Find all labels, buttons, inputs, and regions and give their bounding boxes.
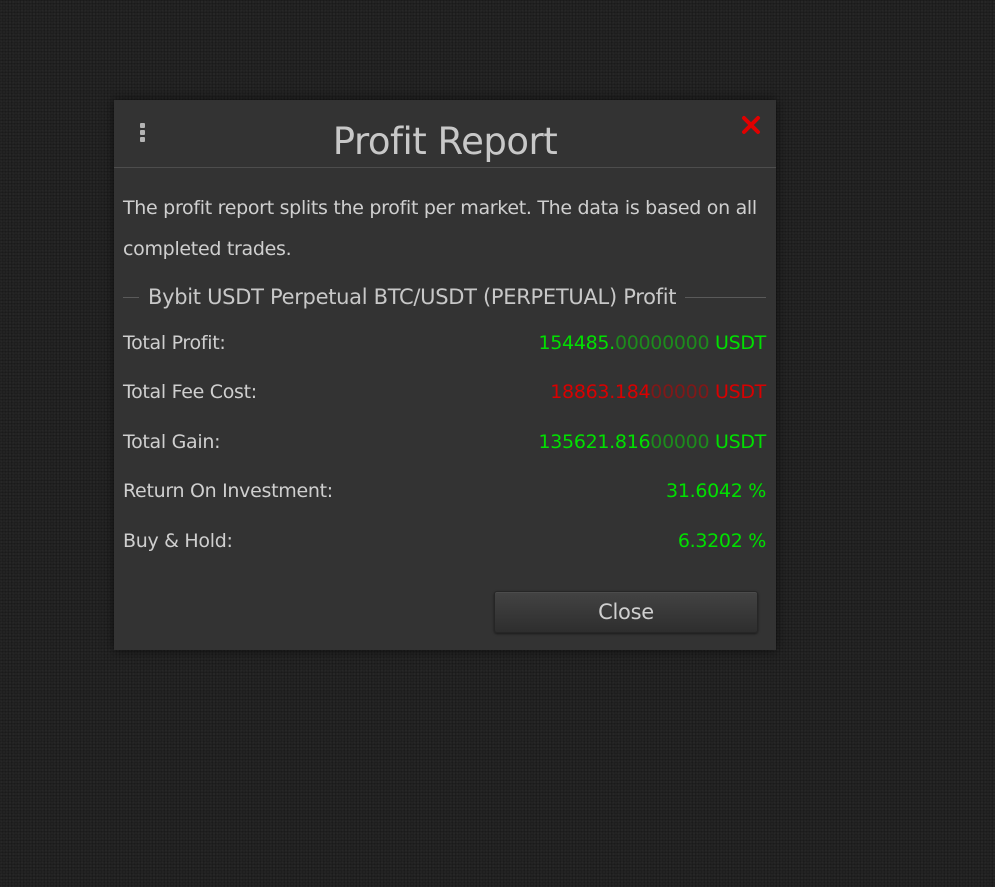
row-value: 18863.18400000 USDT — [550, 381, 766, 403]
row-label: Return On Investment: — [123, 480, 333, 503]
report-description: The profit report splits the profit per … — [123, 197, 757, 260]
close-button[interactable]: Close — [494, 591, 758, 633]
row-buy-and-hold: Buy & Hold: 6.3202 % — [123, 516, 766, 566]
row-label: Total Gain: — [123, 430, 221, 453]
profit-report-dialog: Profit Report The profit report splits t… — [114, 100, 776, 650]
dialog-title: Profit Report — [332, 120, 558, 163]
row-value: 154485.00000000 USDT — [538, 332, 766, 354]
dialog-body: The profit report splits the profit per … — [114, 188, 776, 566]
value-main: 18863.184 — [550, 381, 651, 404]
profit-rows: Total Profit: 154485.00000000 USDT Total… — [123, 318, 766, 566]
value-faded-digits: 00000000 — [614, 331, 710, 354]
row-value: 135621.81600000 USDT — [538, 431, 766, 453]
row-total-fee-cost: Total Fee Cost: 18863.18400000 USDT — [123, 368, 766, 418]
value-main: 135621.816 — [538, 430, 651, 453]
market-section-title: Bybit USDT Perpetual BTC/USDT (PERPETUAL… — [148, 285, 677, 309]
value-unit: USDT — [709, 381, 766, 404]
value-main: 154485. — [538, 331, 615, 354]
dialog-header: Profit Report — [114, 100, 776, 168]
row-label: Buy & Hold: — [123, 529, 233, 552]
row-value: 6.3202 % — [677, 529, 766, 552]
market-section-header: Bybit USDT Perpetual BTC/USDT (PERPETUAL… — [123, 282, 766, 312]
row-total-gain: Total Gain: 135621.81600000 USDT — [123, 417, 766, 467]
row-label: Total Fee Cost: — [123, 381, 257, 404]
row-value: 31.6042 % — [666, 480, 766, 503]
value-unit: USDT — [709, 430, 766, 453]
row-label: Total Profit: — [123, 331, 226, 354]
value-faded-digits: 00000 — [650, 381, 710, 404]
value-unit: USDT — [709, 331, 766, 354]
section-divider-right — [685, 296, 766, 298]
section-divider-left — [123, 296, 139, 298]
value-faded-digits: 00000 — [650, 430, 710, 453]
dialog-footer: Close — [494, 591, 758, 633]
close-x-icon[interactable] — [740, 114, 762, 136]
row-return-on-investment: Return On Investment: 31.6042 % — [123, 467, 766, 517]
row-total-profit: Total Profit: 154485.00000000 USDT — [123, 318, 766, 368]
